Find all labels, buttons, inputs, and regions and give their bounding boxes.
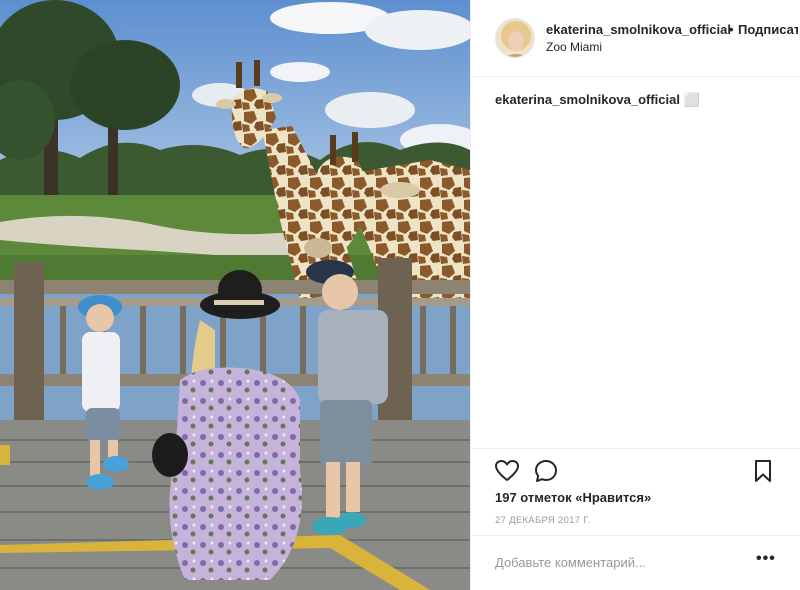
location-link[interactable]: Zoo Miami [546, 40, 602, 54]
username-link[interactable]: ekaterina_smolnikova_official [546, 22, 731, 37]
profile-photo-icon [496, 19, 534, 57]
likes-count[interactable]: 197 отметок «Нравится» [495, 490, 651, 505]
follow-button[interactable]: Подписаться [738, 22, 798, 37]
save-button[interactable] [750, 458, 776, 484]
comment-input[interactable] [495, 552, 745, 572]
like-button[interactable] [494, 458, 520, 484]
comment-button[interactable] [533, 458, 559, 484]
post-photo[interactable] [0, 0, 470, 590]
zoo-giraffe-photo [0, 0, 470, 590]
bookmark-icon [755, 460, 771, 482]
separator-dot: • [729, 22, 734, 37]
post-date: 27 ДЕКАБРЯ 2017 Г. [495, 515, 591, 526]
avatar[interactable] [495, 18, 535, 58]
comment-box: ••• [471, 535, 800, 590]
post-header: ekaterina_smolnikova_official • Подписат… [471, 0, 800, 77]
heart-outline-icon [495, 460, 519, 481]
caption-text: ⬜ [683, 92, 700, 107]
caption-username-link[interactable]: ekaterina_smolnikova_official [495, 92, 680, 107]
post-caption: ekaterina_smolnikova_official ⬜ [495, 92, 700, 108]
post-side-panel: ekaterina_smolnikova_official • Подписат… [470, 0, 800, 590]
speech-bubble-icon [535, 460, 557, 482]
action-bar [471, 448, 800, 488]
more-options-button[interactable]: ••• [756, 551, 778, 571]
